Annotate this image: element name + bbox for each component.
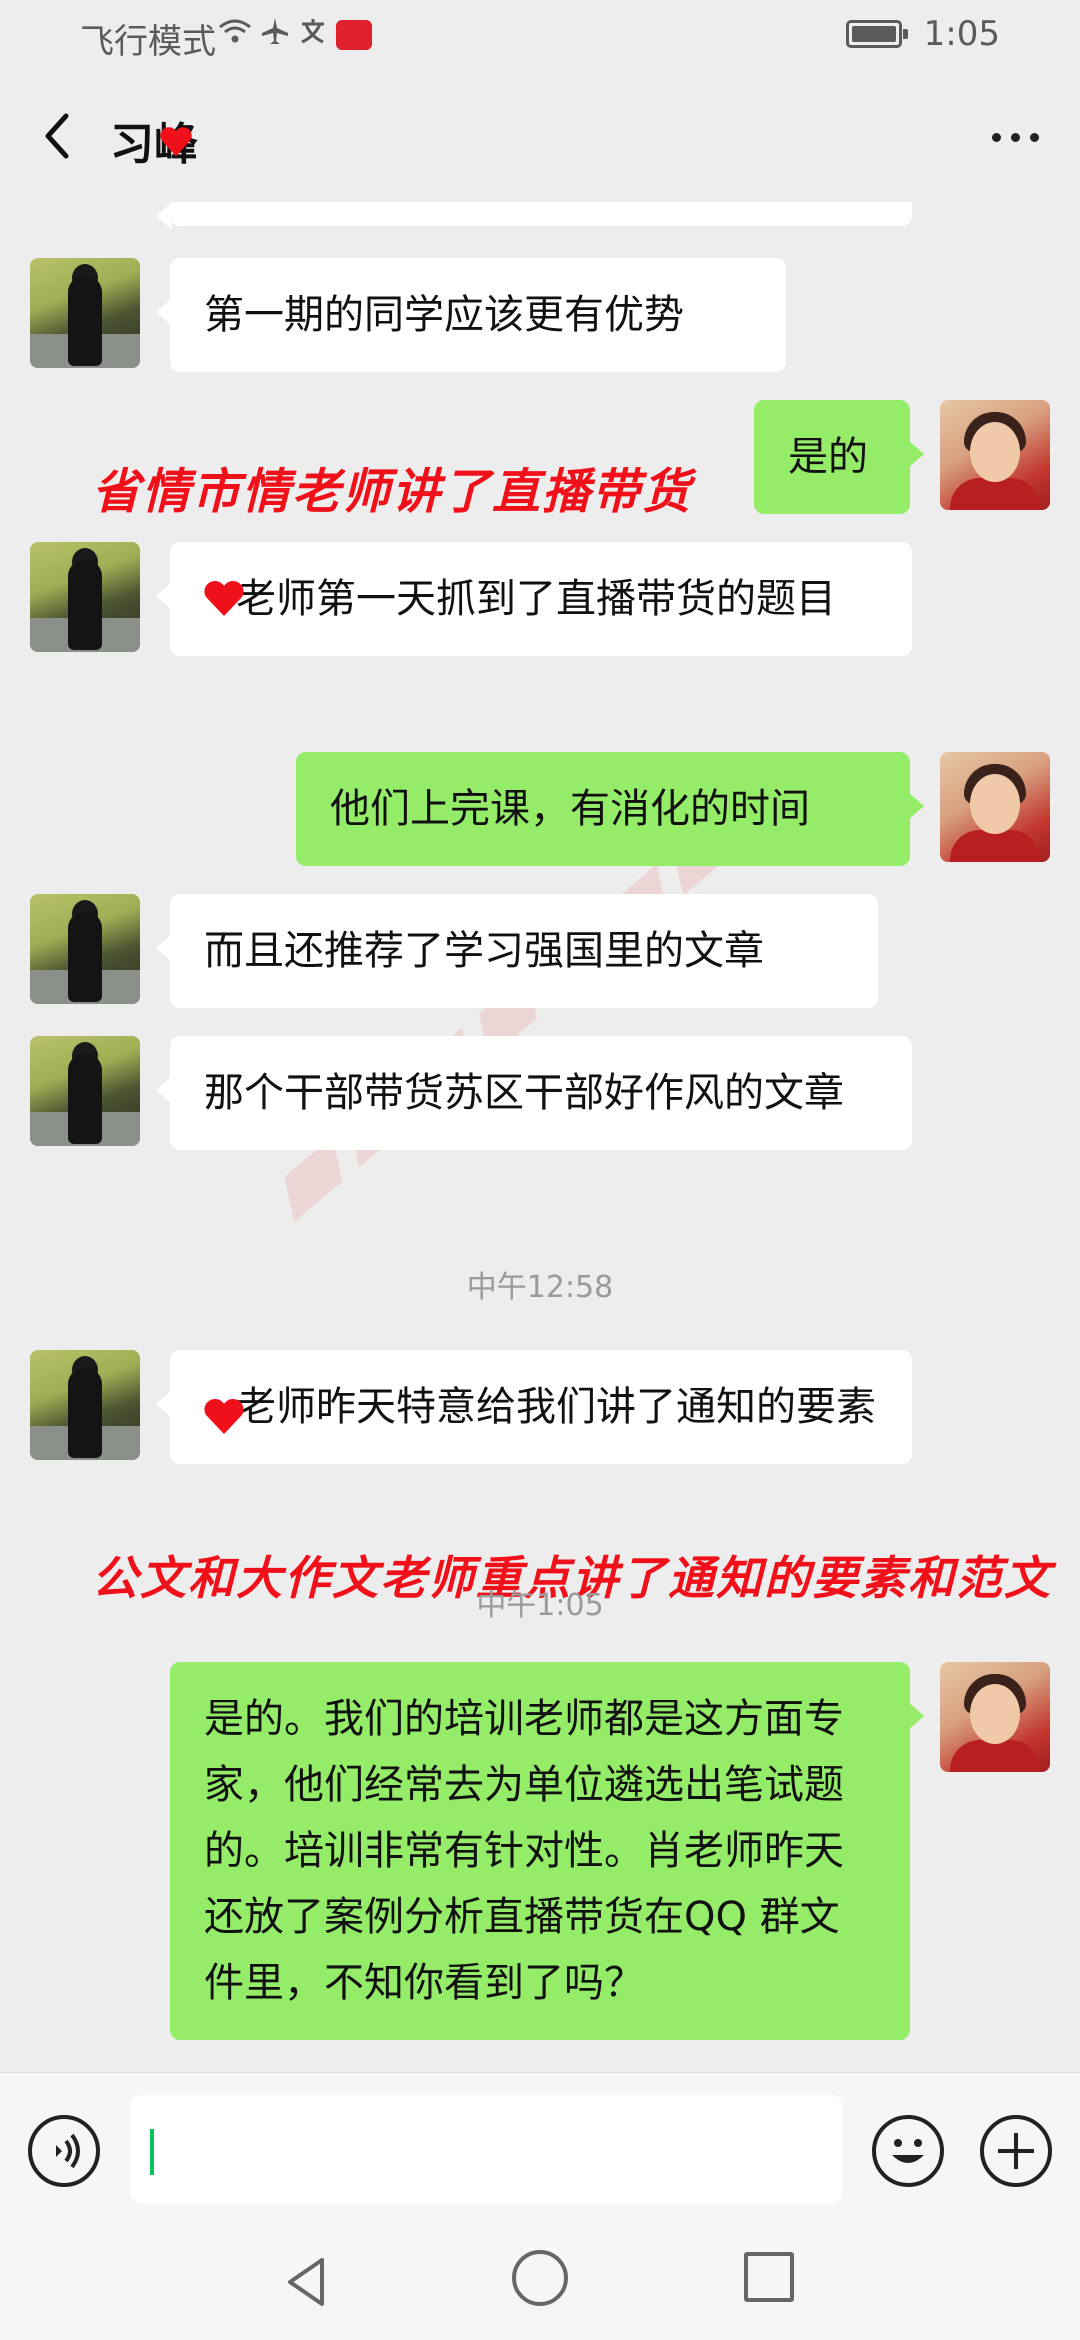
status-icons bbox=[218, 16, 372, 54]
emoji-button[interactable] bbox=[872, 2115, 944, 2187]
more-button[interactable] bbox=[980, 112, 1050, 162]
back-button[interactable] bbox=[30, 106, 90, 166]
message-bubble[interactable]: 第一期的同学应该更有优势 bbox=[156, 258, 786, 372]
input-bar bbox=[0, 2072, 1080, 2222]
system-recents-button[interactable] bbox=[744, 2252, 794, 2302]
message-bubble-partial[interactable] bbox=[156, 202, 912, 230]
plus-icon bbox=[998, 2133, 1034, 2169]
message-bubble[interactable]: 老师昨天特意给我们讲了通知的要素 bbox=[156, 1350, 912, 1464]
emoji-icon bbox=[892, 2139, 924, 2163]
message-bubble[interactable]: 是的。我们的培训老师都是这方面专家，他们经常去为单位遴选出笔试题的。培训非常有针… bbox=[170, 1662, 924, 2040]
chat-screen: 飞行模式 1:05 习峰 第一期的同学应该更有优势 是的 省情市情老师讲了直播带… bbox=[0, 0, 1080, 2340]
weibo-icon bbox=[336, 20, 372, 50]
airplane-icon bbox=[260, 16, 290, 54]
heart-sticker-icon bbox=[204, 1398, 244, 1434]
message-bubble[interactable]: 他们上完课，有消化的时间 bbox=[296, 752, 924, 866]
status-bar: 飞行模式 1:05 bbox=[0, 0, 1080, 72]
translate-icon bbox=[298, 16, 328, 54]
message-bubble[interactable]: 而且还推荐了学习强国里的文章 bbox=[156, 894, 878, 1008]
message-input[interactable] bbox=[130, 2095, 842, 2203]
voice-button[interactable] bbox=[28, 2115, 100, 2187]
chat-header: 习峰 bbox=[0, 72, 1080, 202]
message-bubble[interactable]: 是的 bbox=[754, 400, 924, 514]
contact-avatar[interactable] bbox=[30, 542, 140, 652]
heart-sticker-icon bbox=[204, 580, 244, 616]
text-caret bbox=[150, 2129, 154, 2175]
voice-icon bbox=[56, 2133, 80, 2169]
battery-icon bbox=[845, 20, 908, 48]
annotation-text: 省情市情老师讲了直播带货 bbox=[92, 464, 693, 520]
my-avatar[interactable] bbox=[940, 752, 1050, 862]
triangle-back-icon bbox=[288, 2258, 324, 2306]
message-bubble[interactable]: 老师第一天抓到了直播带货的题目 bbox=[156, 542, 912, 656]
chevron-left-icon bbox=[45, 113, 69, 159]
system-nav-bar bbox=[0, 2222, 1080, 2340]
contact-avatar[interactable] bbox=[30, 1350, 140, 1460]
my-avatar[interactable] bbox=[940, 400, 1050, 510]
wifi-icon bbox=[218, 17, 252, 53]
message-bubble[interactable]: 那个干部带货苏区干部好作风的文章 bbox=[156, 1036, 912, 1150]
system-home-button[interactable] bbox=[512, 2250, 568, 2306]
timestamp: 中午12:58 bbox=[466, 1270, 614, 1305]
clock: 1:05 bbox=[923, 14, 1000, 54]
contact-avatar[interactable] bbox=[30, 258, 140, 368]
timestamp: 中午1:05 bbox=[476, 1588, 604, 1623]
heart-sticker-icon bbox=[160, 127, 192, 157]
contact-avatar[interactable] bbox=[30, 1036, 140, 1146]
message-list[interactable]: ▰▰▰▰▰▰▰▰ 第一期的同学应该更有优势 是的 省情市情老师讲了直播带货 老师… bbox=[0, 202, 1080, 2072]
system-back-button[interactable] bbox=[278, 2252, 338, 2312]
airplane-mode-label: 飞行模式 bbox=[80, 22, 216, 62]
more-dots-icon bbox=[991, 132, 1001, 142]
plus-button[interactable] bbox=[980, 2115, 1052, 2187]
my-avatar[interactable] bbox=[940, 1662, 1050, 1772]
status-right: 1:05 bbox=[845, 14, 1000, 54]
contact-avatar[interactable] bbox=[30, 894, 140, 1004]
